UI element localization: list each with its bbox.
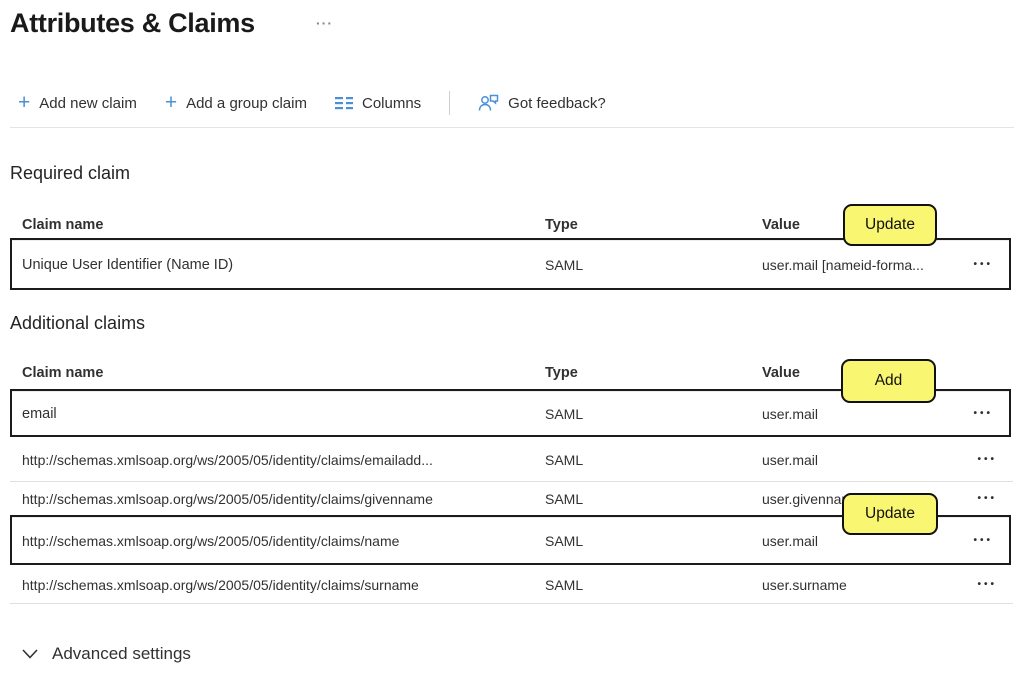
column-header-claim-name: Claim name	[22, 365, 545, 381]
callout-update-name: Update	[842, 493, 938, 535]
value-cell: user.mail	[762, 452, 942, 468]
columns-label: Columns	[362, 95, 421, 112]
toolbar-separator	[10, 127, 1014, 128]
command-bar: + Add new claim + Add a group claim Colu…	[18, 88, 606, 118]
feedback-icon	[478, 94, 499, 112]
value-cell: user.surname	[762, 577, 942, 593]
add-group-claim-label: Add a group claim	[186, 95, 307, 112]
advanced-settings-label: Advanced settings	[52, 644, 191, 664]
column-header-claim-name: Claim name	[22, 217, 545, 233]
type-cell: SAML	[545, 406, 762, 422]
row-menu-icon[interactable]: •••	[942, 409, 1009, 419]
columns-icon	[335, 96, 353, 110]
value-cell: user.mail	[762, 406, 942, 422]
advanced-settings-toggle[interactable]: Advanced settings	[22, 644, 191, 664]
add-group-claim-button[interactable]: + Add a group claim	[165, 94, 307, 113]
column-header-type: Type	[545, 365, 762, 381]
claim-name-cell: email	[22, 406, 545, 422]
row-menu-icon[interactable]: •••	[942, 536, 1009, 546]
add-new-claim-button[interactable]: + Add new claim	[18, 94, 137, 113]
columns-button[interactable]: Columns	[335, 95, 421, 112]
claim-name-cell: http://schemas.xmlsoap.org/ws/2005/05/id…	[22, 577, 545, 593]
type-cell: SAML	[545, 533, 762, 549]
additional-claims-heading: Additional claims	[10, 313, 145, 334]
claim-name-cell: http://schemas.xmlsoap.org/ws/2005/05/id…	[22, 491, 545, 507]
attributes-claims-page: Attributes & Claims ··· + Add new claim …	[0, 0, 1024, 673]
callout-update-required: Update	[843, 204, 937, 246]
claim-name-cell: http://schemas.xmlsoap.org/ws/2005/05/id…	[22, 533, 545, 549]
toolbar-divider	[449, 91, 450, 115]
add-new-claim-label: Add new claim	[39, 95, 137, 112]
plus-icon: +	[165, 92, 177, 113]
got-feedback-label: Got feedback?	[508, 95, 606, 112]
type-cell: SAML	[545, 491, 762, 507]
row-menu-icon[interactable]: •••	[942, 455, 1013, 465]
chevron-down-icon	[22, 649, 38, 659]
claim-name-cell: Unique User Identifier (Name ID)	[22, 257, 545, 273]
type-cell: SAML	[545, 577, 762, 593]
type-cell: SAML	[545, 257, 762, 273]
table-row-unique-user-identifier[interactable]: Unique User Identifier (Name ID) SAML us…	[12, 240, 1009, 288]
required-claim-heading: Required claim	[10, 163, 130, 184]
table-row-emailaddress[interactable]: http://schemas.xmlsoap.org/ws/2005/05/id…	[10, 439, 1013, 482]
callout-add: Add	[841, 359, 936, 403]
row-menu-icon[interactable]: •••	[942, 260, 1009, 270]
row-menu-icon[interactable]: •••	[942, 580, 1013, 590]
column-header-type: Type	[545, 217, 762, 233]
claim-name-cell: http://schemas.xmlsoap.org/ws/2005/05/id…	[22, 452, 545, 468]
got-feedback-button[interactable]: Got feedback?	[478, 94, 606, 112]
table-row-surname[interactable]: http://schemas.xmlsoap.org/ws/2005/05/id…	[10, 567, 1013, 604]
page-more-options-icon[interactable]: ···	[316, 16, 333, 30]
plus-icon: +	[18, 92, 30, 113]
type-cell: SAML	[545, 452, 762, 468]
value-cell: user.mail [nameid-forma...	[762, 257, 942, 273]
page-title: Attributes & Claims	[10, 8, 255, 39]
row-menu-icon[interactable]: •••	[942, 494, 1013, 504]
